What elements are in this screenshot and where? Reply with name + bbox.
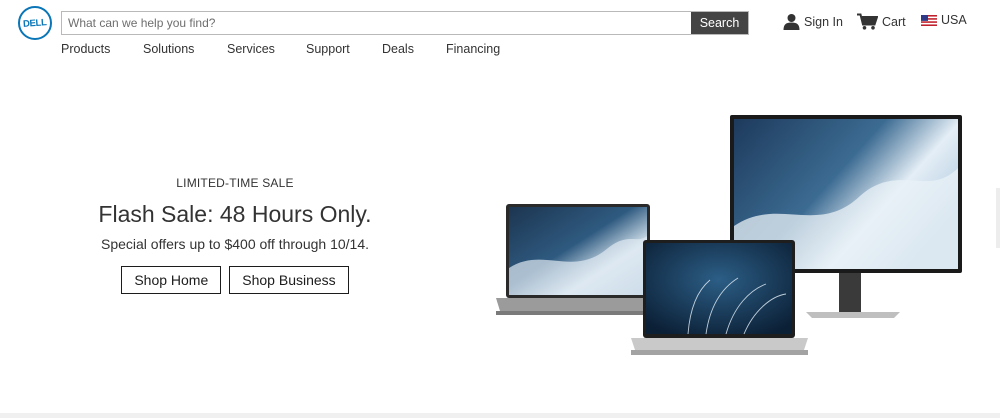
primary-nav: Products Solutions Services Support Deal… [61,42,500,56]
person-icon [783,13,800,30]
hero-product-image [488,108,968,371]
dell-logo[interactable]: DELL [18,6,52,40]
nav-support[interactable]: Support [306,42,382,56]
hero-eyebrow: LIMITED-TIME SALE [176,176,294,190]
logo-text: DELL [22,16,48,30]
side-feedback-tab[interactable] [996,188,1000,248]
country-label: USA [941,13,967,27]
nav-financing[interactable]: Financing [446,42,500,56]
nav-products[interactable]: Products [61,42,143,56]
hero-subhead: Special offers up to $400 off through 10… [100,236,370,252]
us-flag-icon [921,14,937,26]
shop-home-button[interactable]: Shop Home [121,266,222,294]
shop-business-button[interactable]: Shop Business [229,266,349,294]
page-divider [0,413,1000,418]
sign-in-label: Sign In [804,14,843,29]
search-input[interactable] [62,12,691,34]
cart-link[interactable]: Cart [857,13,906,30]
nav-services[interactable]: Services [227,42,306,56]
country-selector[interactable]: USA [921,13,967,27]
nav-solutions[interactable]: Solutions [143,42,227,56]
cart-label: Cart [882,14,906,29]
search-button[interactable]: Search [691,12,748,34]
hero-headline: Flash Sale: 48 Hours Only. [98,201,372,227]
hero-buttons: Shop Home Shop Business [60,266,410,294]
sign-in-link[interactable]: Sign In [783,13,843,30]
hero-copy: LIMITED-TIME SALE Flash Sale: 48 Hours O… [60,176,410,294]
search-bar: Search [61,11,749,35]
cart-icon [857,13,878,30]
nav-deals[interactable]: Deals [382,42,446,56]
